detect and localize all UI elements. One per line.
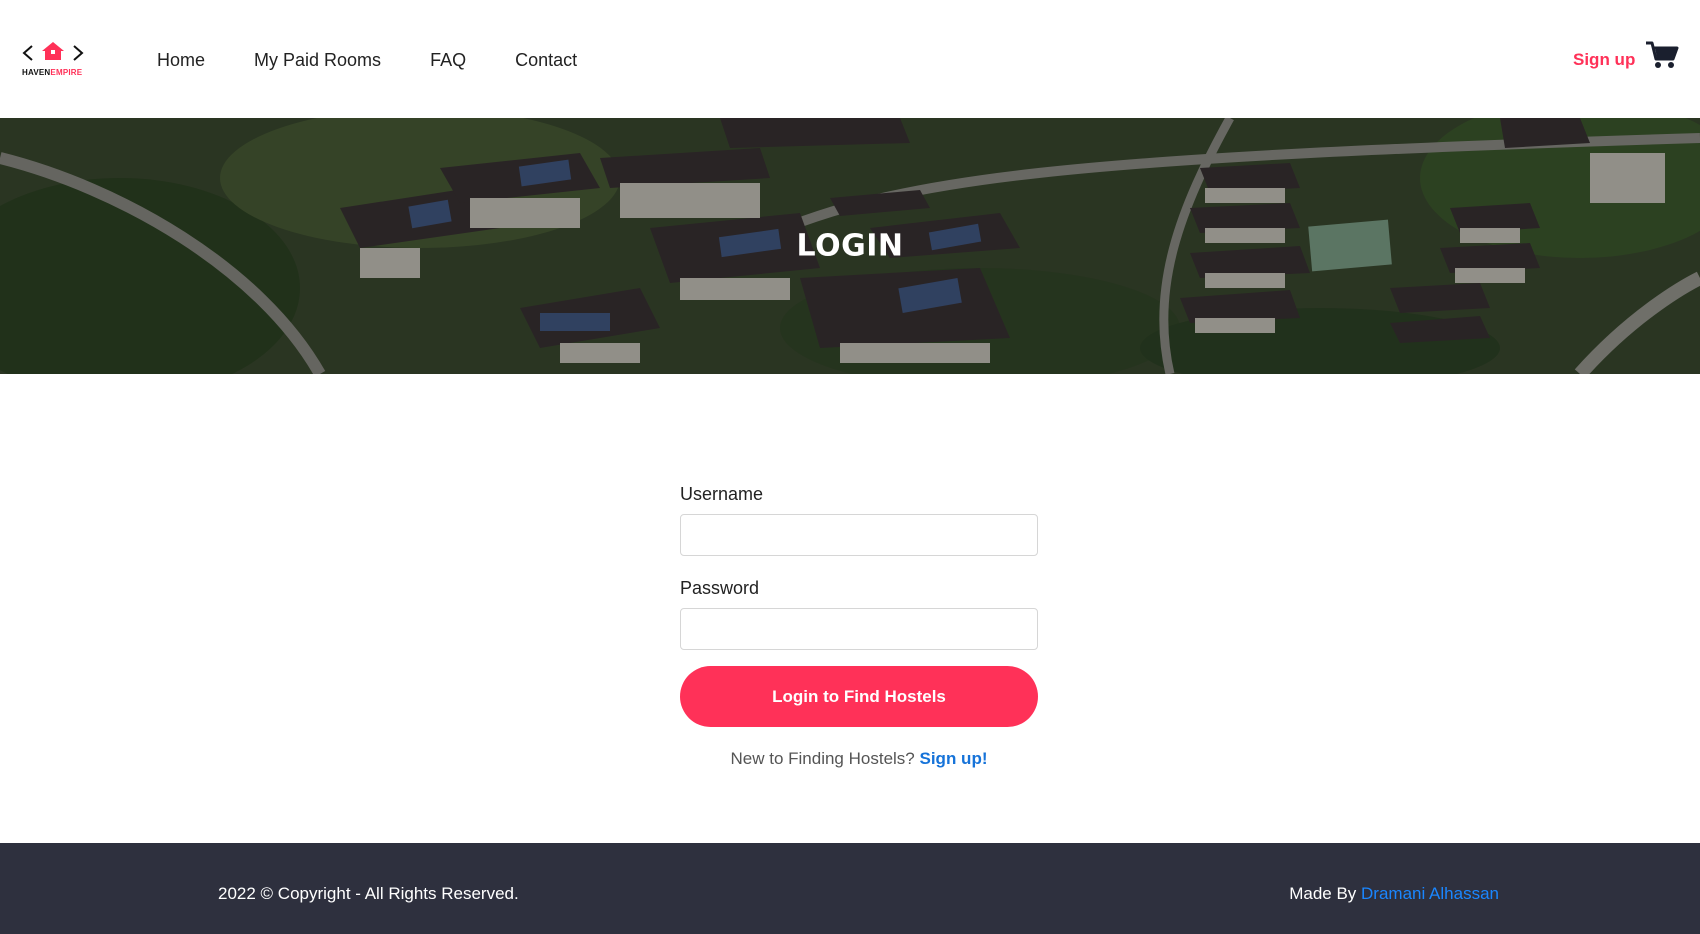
site-header: HAVENEMPIRE Home My Paid Rooms FAQ Conta… bbox=[0, 0, 1700, 118]
brand-wordmark: HAVENEMPIRE bbox=[22, 68, 82, 77]
signup-prompt: New to Finding Hostels? Sign up! bbox=[680, 749, 1038, 769]
brand-name-part1: HAVEN bbox=[22, 68, 51, 77]
made-by: Made By Dramani Alhassan bbox=[1289, 884, 1499, 904]
copyright-text: 2022 © Copyright - All Rights Reserved. bbox=[218, 884, 519, 903]
nav-item-my-paid-rooms[interactable]: My Paid Rooms bbox=[254, 50, 381, 71]
nav-item-home[interactable]: Home bbox=[157, 50, 205, 71]
login-form: Username Password Login to Find Hostels … bbox=[680, 484, 1038, 769]
password-label: Password bbox=[680, 578, 760, 598]
header-signup-link[interactable]: Sign up bbox=[1573, 50, 1635, 70]
site-footer: 2022 © Copyright - All Rights Reserved. … bbox=[0, 843, 1700, 934]
username-input[interactable] bbox=[680, 514, 1038, 556]
password-input[interactable] bbox=[680, 608, 1038, 650]
signup-link[interactable]: Sign up! bbox=[920, 749, 988, 768]
house-logo-icon bbox=[22, 42, 84, 61]
made-by-label: Made By bbox=[1289, 884, 1357, 903]
main-nav: Home My Paid Rooms FAQ Contact bbox=[157, 50, 577, 71]
login-button[interactable]: Login to Find Hostels bbox=[680, 666, 1038, 727]
author-link[interactable]: Dramani Alhassan bbox=[1361, 884, 1499, 903]
username-label: Username bbox=[680, 484, 764, 504]
shopping-cart-icon[interactable] bbox=[1645, 40, 1679, 70]
brand-logo[interactable]: HAVENEMPIRE bbox=[22, 40, 84, 80]
nav-item-contact[interactable]: Contact bbox=[515, 50, 577, 71]
hero-banner: LOGIN bbox=[0, 118, 1700, 374]
page-title: LOGIN bbox=[796, 228, 904, 264]
brand-name-part2: EMPIRE bbox=[50, 68, 83, 77]
nav-item-faq[interactable]: FAQ bbox=[430, 50, 466, 71]
signup-prompt-text: New to Finding Hostels? bbox=[730, 749, 915, 768]
